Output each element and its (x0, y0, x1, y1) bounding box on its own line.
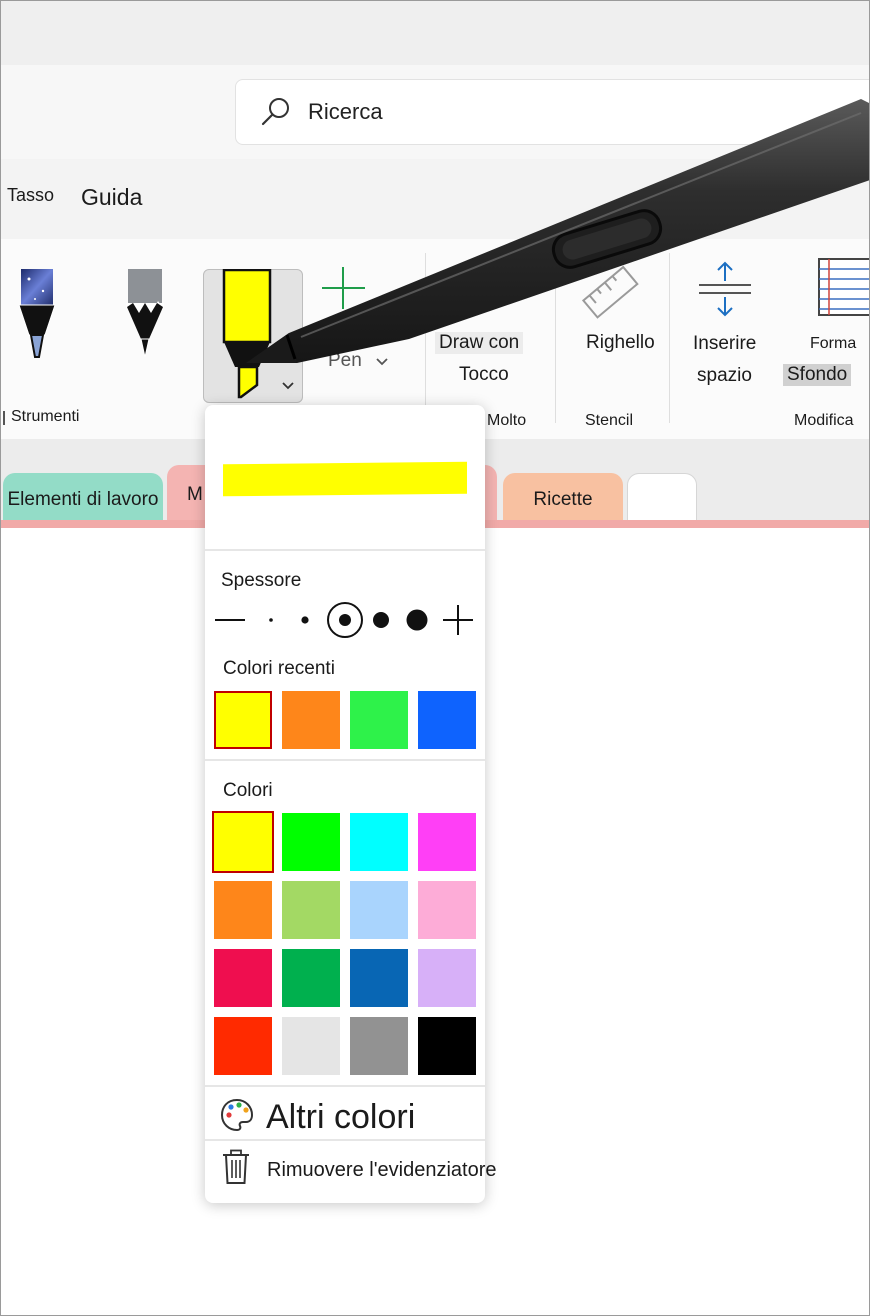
tab-new-section[interactable] (627, 473, 697, 523)
ribbon-separator (555, 253, 556, 423)
tab-label: Elementi di lavoro (7, 489, 159, 510)
search-box[interactable]: Ricerca (235, 79, 869, 145)
palette-icon (220, 1098, 254, 1132)
remove-highlighter-button[interactable]: Rimuovere l'evidenziatore (267, 1159, 496, 1182)
thickness-increase-icon[interactable] (441, 603, 475, 637)
tab-elementi-di-lavoro[interactable]: Elementi di lavoro (3, 473, 163, 523)
paper-style-icon[interactable] (817, 257, 870, 317)
color-swatch[interactable] (418, 1017, 476, 1075)
thickness-option-2[interactable] (293, 603, 317, 637)
galaxy-pen-tool-icon[interactable] (15, 269, 59, 361)
more-colors-button[interactable]: Altri colori (266, 1098, 415, 1137)
recent-color-swatch[interactable] (214, 691, 272, 749)
color-swatch[interactable] (418, 881, 476, 939)
tools-group-label: Strumenti (11, 408, 80, 425)
colors-label: Colori (223, 780, 273, 801)
divider (205, 1085, 485, 1087)
group-marker (3, 411, 5, 425)
color-swatch[interactable] (282, 813, 340, 871)
ruler-label[interactable]: Righello (586, 332, 655, 354)
draw-with-touch-label-2[interactable]: Tocco (459, 364, 509, 386)
draw-with-touch-label-1[interactable]: Draw con (435, 332, 524, 354)
color-swatch[interactable] (212, 811, 274, 873)
recent-color-swatch[interactable] (418, 691, 476, 749)
recent-color-swatch[interactable] (350, 691, 408, 749)
color-swatch[interactable] (282, 1017, 340, 1075)
ribbon-separator (425, 253, 426, 423)
thickness-option-5[interactable] (403, 605, 431, 635)
forma-label[interactable]: Forma (810, 335, 856, 353)
modifica-group-label: Modifica (794, 412, 854, 429)
color-swatch[interactable] (418, 813, 476, 871)
thickness-option-1[interactable] (259, 603, 283, 637)
menu-tasso[interactable]: Tasso (7, 185, 54, 206)
insert-space-label-2[interactable]: spazio (697, 365, 752, 387)
insert-space-icon[interactable] (695, 259, 755, 319)
tab-ricette[interactable]: Ricette (503, 473, 623, 523)
divider (205, 1139, 485, 1141)
pen-label[interactable]: Pen (328, 350, 362, 372)
sfondo-label[interactable]: Sfondo (783, 364, 852, 386)
color-swatch[interactable] (214, 949, 272, 1007)
pencil-tool-icon[interactable] (123, 269, 167, 361)
trash-icon (223, 1149, 249, 1184)
ribbon-separator (669, 253, 670, 423)
search-placeholder: Ricerca (308, 99, 383, 124)
color-swatch[interactable] (350, 881, 408, 939)
ruler-icon[interactable] (579, 263, 643, 323)
app-window: Ricerca Tasso Guida Pen Strumenti Draw c… (0, 0, 870, 1316)
thickness-option-4[interactable] (367, 605, 395, 635)
color-swatch[interactable] (350, 813, 408, 871)
highlighter-preview-stroke (223, 461, 467, 497)
draw-group-label: Molto (487, 412, 527, 429)
add-pen-icon[interactable] (319, 263, 369, 313)
color-swatch[interactable] (282, 949, 340, 1007)
divider (205, 549, 485, 551)
color-swatch[interactable] (282, 881, 340, 939)
tab-label: M (187, 484, 203, 505)
thickness-label: Spessore (221, 570, 302, 591)
color-swatch[interactable] (350, 949, 408, 1007)
highlighter-options-popup (205, 405, 485, 1203)
highlighter-tool-icon (222, 269, 272, 399)
recent-colors-label: Colori recenti (223, 658, 335, 679)
tab-label: Ricette (533, 489, 593, 510)
menu-guida[interactable]: Guida (81, 184, 142, 211)
chevron-down-icon[interactable] (281, 381, 295, 391)
color-swatch[interactable] (214, 1017, 272, 1075)
color-swatch[interactable] (350, 1017, 408, 1075)
thickness-option-3-selected[interactable] (326, 601, 364, 639)
search-icon (261, 98, 289, 126)
pen-chevron-down-icon[interactable] (375, 357, 389, 367)
insert-space-label-1[interactable]: Inserire (693, 333, 756, 355)
color-swatch[interactable] (418, 949, 476, 1007)
color-swatch[interactable] (214, 881, 272, 939)
stencil-group-label: Stencil (585, 412, 634, 429)
recent-color-swatch[interactable] (282, 691, 340, 749)
divider (205, 759, 485, 761)
thickness-decrease-icon[interactable] (213, 603, 247, 637)
title-bar (1, 1, 869, 65)
